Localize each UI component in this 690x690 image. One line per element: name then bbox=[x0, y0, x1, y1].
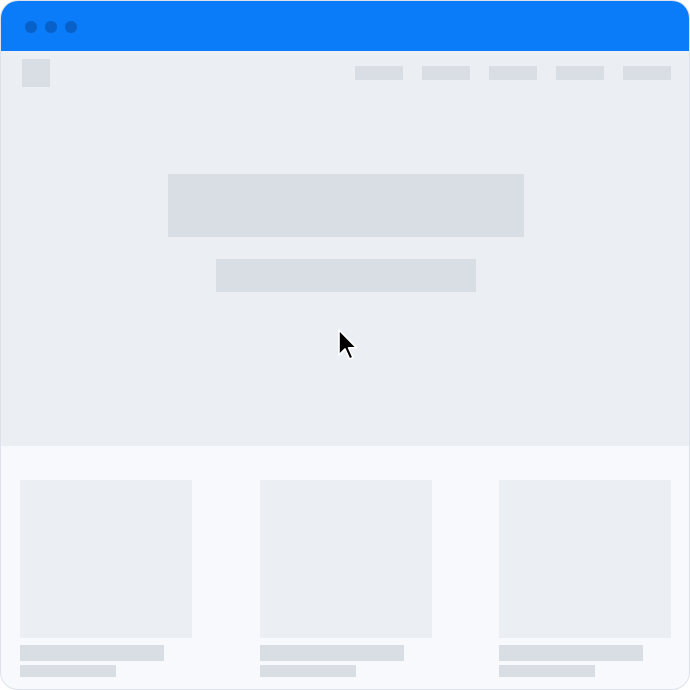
nav-link-placeholder[interactable] bbox=[623, 66, 671, 80]
nav-link-placeholder[interactable] bbox=[355, 66, 403, 80]
browser-window bbox=[0, 0, 690, 690]
nav-link-placeholder[interactable] bbox=[489, 66, 537, 80]
card-image-placeholder bbox=[499, 480, 671, 638]
window-control-dot[interactable] bbox=[65, 21, 77, 33]
nav-link-placeholder[interactable] bbox=[556, 66, 604, 80]
card-meta-placeholder bbox=[499, 665, 595, 677]
card[interactable] bbox=[260, 480, 432, 677]
card[interactable] bbox=[20, 480, 192, 677]
window-control-dot[interactable] bbox=[25, 21, 37, 33]
arrow-cursor-icon bbox=[338, 329, 358, 360]
window-titlebar bbox=[1, 1, 689, 51]
hero-section bbox=[1, 51, 689, 446]
logo-placeholder[interactable] bbox=[22, 59, 50, 87]
nav-link-placeholder[interactable] bbox=[422, 66, 470, 80]
hero-title-placeholder bbox=[168, 174, 524, 237]
card-title-placeholder bbox=[499, 645, 643, 661]
card-title-placeholder bbox=[260, 645, 404, 661]
card-title-placeholder bbox=[20, 645, 164, 661]
card-meta-placeholder bbox=[20, 665, 116, 677]
hero-subtitle-placeholder bbox=[216, 259, 476, 292]
card-meta-placeholder bbox=[260, 665, 356, 677]
window-control-dot[interactable] bbox=[45, 21, 57, 33]
card-image-placeholder bbox=[260, 480, 432, 638]
card-image-placeholder bbox=[20, 480, 192, 638]
card[interactable] bbox=[499, 480, 671, 677]
